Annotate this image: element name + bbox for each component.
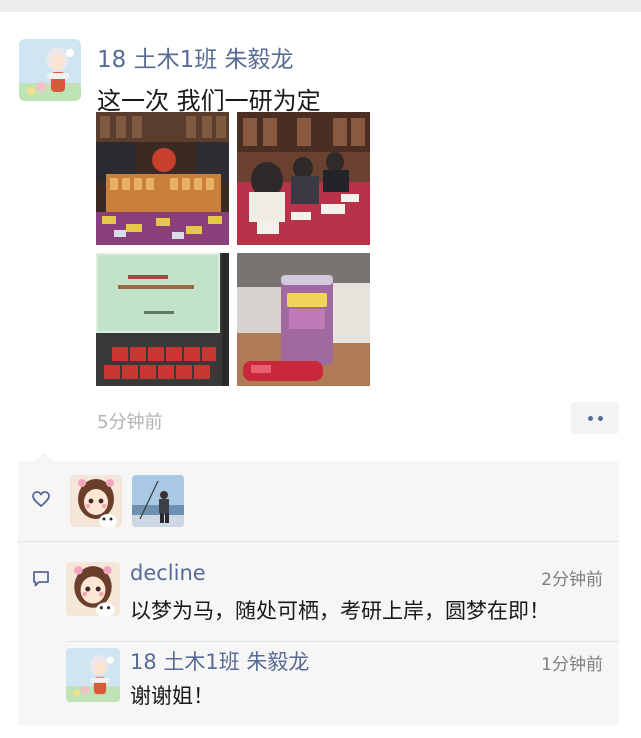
panel-arrow: [35, 452, 53, 461]
post-photo-4[interactable]: [237, 253, 370, 386]
comment-divider: [66, 641, 619, 642]
comment-bubble-icon: [32, 570, 50, 588]
commenter-avatar-decline[interactable]: [66, 562, 120, 616]
interaction-panel: decline 2分钟前 以梦为马，随处可栖，考研上岸，圆梦在即！ 18 土木1…: [18, 461, 619, 725]
post-text: 这一次 我们一研为定: [97, 87, 321, 115]
panel-divider: [18, 541, 619, 542]
post-photo-1[interactable]: [96, 112, 229, 245]
poster-name[interactable]: 18 土木1班 朱毅龙: [97, 40, 294, 74]
more-actions-button[interactable]: [571, 402, 619, 434]
poster-avatar[interactable]: [19, 39, 81, 101]
dot-icon: [598, 416, 603, 421]
dot-icon: [588, 416, 593, 421]
moment-card: 18 土木1班 朱毅龙 这一次 我们一研为定 5分钟前 decline 2分钟前…: [0, 12, 641, 738]
post-photo-3[interactable]: [96, 253, 229, 386]
post-photo-2[interactable]: [237, 112, 370, 245]
comment-text: 以梦为马，随处可栖，考研上岸，圆梦在即！: [130, 599, 550, 623]
like-avatar-1[interactable]: [70, 475, 122, 527]
comment-author[interactable]: 18 土木1班 朱毅龙: [130, 646, 309, 676]
commenter-avatar-poster[interactable]: [66, 648, 120, 702]
comment-timestamp: 2分钟前: [541, 570, 603, 590]
comment-timestamp: 1分钟前: [541, 655, 603, 675]
heart-outline-icon: [32, 491, 50, 507]
like-avatar-2[interactable]: [132, 475, 184, 527]
comment-author[interactable]: decline: [130, 561, 206, 585]
post-timestamp: 5分钟前: [97, 412, 163, 433]
comment-text: 谢谢姐！: [130, 684, 214, 708]
